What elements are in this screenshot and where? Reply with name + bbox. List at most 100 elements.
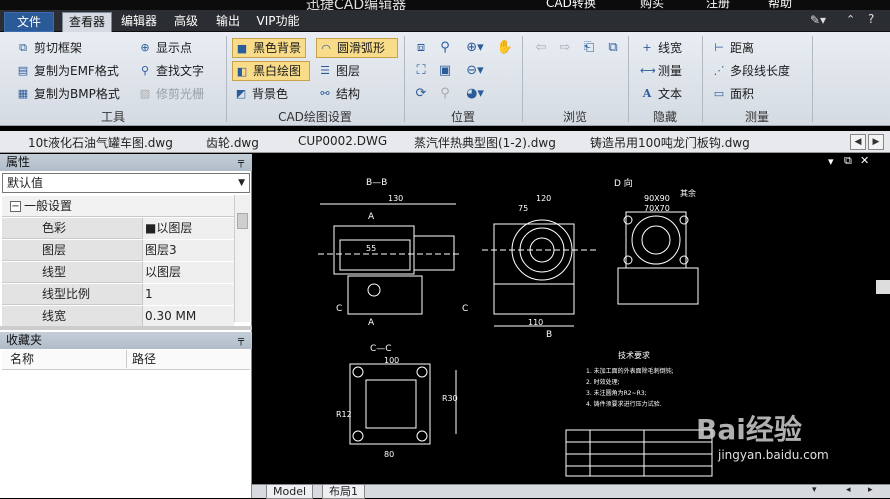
cad-convert-link[interactable]: CAD转换 — [546, 0, 596, 10]
technical-notes: 1. 未加工面的外表面除毛刺倒钝; 2. 时效处理; 3. 未注圆角为R2~R3… — [586, 368, 674, 408]
properties-scrollbar[interactable] — [234, 195, 250, 322]
document-tabs: 10t液化石油气罐车图.dwg 齿轮.dwg CUP0002.DWG 蒸汽伴热典… — [0, 131, 890, 153]
distance-icon: ⊢ — [714, 41, 724, 54]
window-title: 迅捷CAD编辑器 — [306, 0, 407, 10]
rotate-icon[interactable]: ⟳ — [410, 84, 432, 104]
smooth-arc-button[interactable]: ◠ 圆滑弧形 — [316, 38, 398, 58]
dimension-text: 90X90 — [644, 194, 670, 203]
buy-link[interactable]: 购买 — [640, 0, 664, 10]
tab-file[interactable]: 文件 — [4, 12, 54, 32]
style-icon[interactable]: ✎▾ — [810, 13, 826, 27]
column-divider — [126, 350, 127, 368]
section-b-base — [347, 275, 423, 315]
find-text-button[interactable]: ⚲ 查找文字 — [136, 61, 204, 81]
real-size-icon[interactable]: ▣ — [434, 61, 456, 81]
view-label: C—C — [370, 344, 392, 354]
fit-window-icon[interactable]: ⧈ — [410, 38, 432, 58]
tab-advanced[interactable]: 高级 — [166, 12, 206, 32]
prev-view-icon[interactable]: ⚲ — [434, 84, 456, 104]
tab-editor[interactable]: 编辑器 — [116, 12, 162, 32]
cad-canvas[interactable]: ▾ ⧉ ✕ B—B A A B D 向 C—C 130 120 75 110 9… — [256, 154, 890, 484]
left-panel: 属性 ╤ 默认值 ▼ − 一般设置 色彩 ■以图层 图层 图层3 线型 以图层 线型比例 1… — [0, 154, 252, 498]
back-arrow-icon[interactable]: ⇦ — [530, 38, 552, 58]
scroll-right-icon[interactable]: ▸ — [868, 485, 873, 495]
doc-tab-2[interactable]: 齿轮.dwg — [206, 134, 259, 151]
collapse-icon[interactable]: − — [10, 201, 21, 212]
tab-output[interactable]: 输出 — [210, 12, 246, 32]
tab-layout1[interactable]: 布局1 — [322, 485, 365, 499]
scroll-thumb[interactable] — [237, 213, 248, 229]
tab-vip[interactable]: VIP功能 — [252, 12, 304, 32]
zoom-in-icon[interactable]: ⊕▾ — [460, 38, 490, 58]
text-button[interactable]: A 文本 — [638, 84, 682, 104]
dimension-text: C — [462, 304, 469, 314]
tab-scroll-right-icon[interactable]: ▶ — [868, 134, 884, 150]
ribbon-help-icon[interactable]: ? — [868, 12, 874, 26]
doc-tab-5[interactable]: 铸造吊用100吨龙门板钩.dwg — [590, 134, 750, 151]
show-points-button[interactable]: ⊕ 显示点 — [136, 38, 192, 58]
palette-icon: ◩ — [235, 87, 247, 100]
polyline-length-button[interactable]: ⋰ 多段线长度 — [710, 61, 791, 81]
tab-viewer[interactable]: 查看器 — [62, 12, 112, 32]
property-row[interactable]: 线宽 0.30 MM — [2, 306, 234, 327]
distance-button[interactable]: ⊢ 距离 — [710, 38, 754, 58]
layout-tab-bar: Model 布局1 ▾ ◂ ▸ — [252, 484, 890, 499]
cut-frame-button[interactable]: ⧉ 剪切框架 — [14, 38, 82, 58]
background-color-button[interactable]: ◩ 背景色 — [232, 84, 288, 104]
panel-splitter[interactable] — [0, 326, 252, 330]
emf-icon: ▤ — [17, 64, 29, 77]
area-button[interactable]: ▭ 面积 — [710, 84, 754, 104]
line-width-button[interactable]: + 线宽 — [638, 38, 682, 58]
view-label: B — [546, 330, 553, 340]
help-link[interactable]: 帮助 — [768, 0, 792, 10]
group-label-measure: 测量 — [744, 110, 769, 124]
3d-orbit-icon[interactable]: ◕▾ — [460, 84, 490, 104]
chevron-down-icon[interactable]: ▾ — [812, 485, 817, 495]
ribbon-separator — [812, 36, 813, 122]
copy-bmp-button[interactable]: ▦ 复制为BMP格式 — [14, 84, 120, 104]
copy-emf-button[interactable]: ▤ 复制为EMF格式 — [14, 61, 119, 81]
dimension-text: 80 — [384, 450, 395, 459]
scroll-left-icon[interactable]: ◂ — [846, 485, 851, 495]
doc-tab-3[interactable]: CUP0002.DWG — [298, 134, 387, 148]
collapse-ribbon-icon[interactable]: ⌃ — [846, 13, 855, 26]
view-label: A — [368, 212, 375, 222]
black-background-button[interactable]: ■ 黑色背景 — [232, 38, 306, 58]
pin-icon[interactable]: ╤ — [238, 154, 244, 171]
doc-tab-1[interactable]: 10t液化石油气罐车图.dwg — [28, 134, 173, 151]
layers-icon: ☰ — [320, 64, 330, 77]
property-row[interactable]: 线型比例 1 — [2, 284, 234, 305]
property-row[interactable]: 图层 图层3 — [2, 240, 234, 261]
zoom-out-icon[interactable]: ⊖▾ — [460, 61, 490, 81]
property-row[interactable]: 色彩 ■以图层 — [2, 218, 234, 239]
trim-raster-button[interactable]: ▧ 修剪光栅 — [136, 84, 204, 104]
tab-model[interactable]: Model — [266, 485, 314, 499]
property-row[interactable]: 线型 以图层 — [2, 262, 234, 283]
bw-drawing-button[interactable]: ◧ 黑白绘图 — [232, 61, 310, 81]
doc-tab-4[interactable]: 蒸汽伴热典型图(1-2).dwg — [414, 134, 556, 151]
column-path[interactable]: 路径 — [132, 350, 156, 368]
measure-button[interactable]: ⟷ 测量 — [638, 61, 682, 81]
property-group-general[interactable]: − 一般设置 — [2, 196, 234, 217]
copy-view-icon[interactable]: ⧉ — [602, 38, 624, 58]
group-label-browse: 浏览 — [562, 110, 587, 124]
baidu-watermark-url: jingyan.baidu.com — [718, 448, 829, 462]
extents-icon[interactable]: ⛶ — [410, 61, 432, 81]
dimension-text: 70X70 — [644, 204, 670, 213]
tab-scroll-left-icon[interactable]: ◀ — [850, 134, 866, 150]
forward-arrow-icon[interactable]: ⇨ — [554, 38, 576, 58]
title-bar: 迅捷CAD编辑器 CAD转换 购买 注册 帮助 — [0, 0, 890, 10]
properties-select[interactable]: 默认值 ▼ — [2, 173, 250, 193]
register-link[interactable]: 注册 — [706, 0, 730, 10]
open-file-icon[interactable]: ⎗ — [578, 38, 600, 58]
chevron-down-icon: ▼ — [238, 178, 245, 188]
structure-button[interactable]: ⚯ 结构 — [316, 84, 360, 104]
black-bg-icon: ■ — [236, 42, 248, 55]
column-name[interactable]: 名称 — [10, 350, 34, 368]
zoom-window-icon[interactable]: ⚲ — [434, 38, 456, 58]
layers-button[interactable]: ☰ 图层 — [316, 61, 360, 81]
line-width-icon: + — [642, 41, 652, 54]
dimension-text: 100 — [384, 356, 400, 365]
pin-icon[interactable]: ╤ — [238, 332, 244, 349]
pan-hand-icon[interactable]: ✋ — [494, 38, 516, 58]
